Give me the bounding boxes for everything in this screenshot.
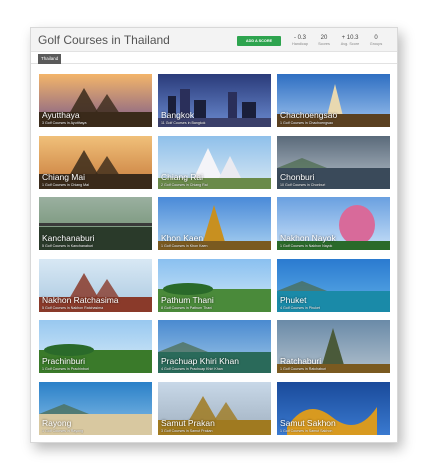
region-card[interactable]: Prachinburi 1 Golf Courses in Prachinburi <box>39 320 152 373</box>
region-card[interactable]: Ratchaburi 1 Golf Courses in Ratchaburi <box>277 320 390 373</box>
region-name: Ratchaburi <box>280 356 322 366</box>
region-course-count: 5 Golf Courses in Kanchanaburi <box>42 244 93 248</box>
region-name: Kanchanaburi <box>42 233 95 243</box>
stat-label: Avg. Score <box>340 42 360 46</box>
tab-thailand[interactable]: Thailand <box>38 54 62 64</box>
stat-value: - 0.3 <box>293 35 306 41</box>
region-course-count: 2 Golf Courses in Chiang Rai <box>161 182 208 187</box>
region-card[interactable]: Phuket 4 Golf Courses in Phuket <box>277 258 390 312</box>
region-name: Rayong <box>42 417 72 428</box>
region-name: Prachinburi <box>42 356 85 366</box>
tab-bar: Thailand <box>31 52 397 64</box>
region-course-count: 3 Golf Courses in Samut Prakan <box>161 428 213 433</box>
region-card[interactable]: Chachoengsao 1 Golf Courses in Chachoengs… <box>277 74 390 127</box>
region-name: Bangkok <box>161 110 195 120</box>
region-name: Ayutthaya <box>42 110 80 120</box>
region-card[interactable]: Chiang Rai 2 Golf Courses in Chiang Rai <box>158 135 271 189</box>
stat-label: Handicap <box>291 42 309 46</box>
region-course-count: 11 Golf Courses in Bangkok <box>161 121 206 125</box>
region-course-count: 5 Golf Courses in Nakhon Ratchasima <box>42 305 104 310</box>
region-course-count: 10 Golf Courses in Chonburi <box>280 182 326 187</box>
stat-label: Scores <box>318 42 330 46</box>
stat-groups: 0 Groups <box>366 34 386 47</box>
stat-value: 20 <box>320 35 328 41</box>
region-grid: Ayutthaya 3 Golf Courses in Ayutthaya Bang… <box>39 74 391 442</box>
region-course-count: 1 Golf Courses in Ratchaburi <box>280 367 327 371</box>
stat-scores: 20 Scores <box>314 34 334 47</box>
region-card[interactable]: Rayong 1 Golf Courses in Rayong <box>39 381 152 435</box>
region-name: Pathum Thani <box>161 294 214 305</box>
region-name: Samut Prakan <box>161 417 215 428</box>
region-course-count: 1 Golf Courses in Rayong <box>42 428 84 433</box>
region-card[interactable]: Ayutthaya 3 Golf Courses in Ayutthaya <box>39 74 152 127</box>
region-name: Nakhon Ratchasima <box>42 294 119 305</box>
region-card[interactable]: Kanchanaburi 5 Golf Courses in Kanchanabu… <box>39 197 152 250</box>
region-name: Samut Sakhon <box>280 417 336 428</box>
region-course-count: 4 Golf Courses in Phuket <box>280 305 320 310</box>
region-name: Prachuap Khiri Khan <box>161 356 239 366</box>
region-card[interactable]: Pathum Thani 8 Golf Courses in Pathum Tha… <box>158 258 271 312</box>
header: Golf Courses in Thailand ADD A SCORE - 0… <box>31 28 397 52</box>
region-name: Chonburi <box>280 171 315 182</box>
region-course-count: 1 Golf Courses in Prachinburi <box>42 367 89 371</box>
region-card[interactable]: Nakhon Nayok 1 Golf Courses in Nakhon Nay… <box>277 197 390 250</box>
region-course-count: 3 Golf Courses in Ayutthaya <box>42 121 87 125</box>
region-name: Chiang Mai <box>42 171 85 182</box>
stat-avg-score: + 10.3 Avg. Score <box>337 34 363 47</box>
region-card[interactable]: Khon Kaen 1 Golf Courses in Khon Kaen <box>158 197 271 250</box>
region-course-count: 1 Golf Courses in Chachoengsao <box>280 121 333 125</box>
region-card[interactable]: Bangkok 11 Golf Courses in Bangkok <box>158 74 271 127</box>
region-course-count: 1 Golf Courses in Khon Kaen <box>161 244 208 248</box>
region-name: Chiang Rai <box>161 171 204 182</box>
region-card[interactable]: Chiang Mai 1 Golf Courses in Chiang Mai <box>39 135 152 189</box>
stat-label: Groups <box>369 42 383 46</box>
page-title: Golf Courses in Thailand <box>38 33 170 47</box>
region-name: Chachoengsao <box>280 110 338 120</box>
region-course-count: 1 Golf Courses in Nakhon Nayok <box>280 244 333 248</box>
region-course-count: 8 Golf Courses in Pathum Thani <box>161 305 213 310</box>
region-name: Khon Kaen <box>161 233 204 243</box>
region-card[interactable]: Chonburi 10 Golf Courses in Chonburi <box>277 135 390 189</box>
region-name: Phuket <box>280 294 307 305</box>
stat-handicap: - 0.3 Handicap <box>289 34 311 47</box>
stat-value: 0 <box>374 35 378 41</box>
add-score-button[interactable]: ADD A SCORE <box>237 36 281 46</box>
region-card[interactable]: Prachuap Khiri Khan 4 Golf Courses in Pra… <box>158 320 271 373</box>
page-frame: Golf Courses in Thailand ADD A SCORE - 0… <box>30 27 398 443</box>
stat-value: + 10.3 <box>341 35 359 41</box>
region-card[interactable]: Nakhon Ratchasima 5 Golf Courses in Nakho… <box>39 258 152 312</box>
region-course-count: 1 Golf Courses in Chiang Mai <box>42 182 89 187</box>
region-course-count: 1 Golf Courses in Samut Sakhon <box>280 428 333 433</box>
region-card[interactable]: Samut Prakan 3 Golf Courses in Samut Prak… <box>158 381 271 435</box>
region-card[interactable]: Samut Sakhon 1 Golf Courses in Samut Sakh… <box>277 381 390 435</box>
region-name: Nakhon Nayok <box>280 233 336 243</box>
region-course-count: 4 Golf Courses in Prachuap Khiri Khan <box>161 367 223 371</box>
